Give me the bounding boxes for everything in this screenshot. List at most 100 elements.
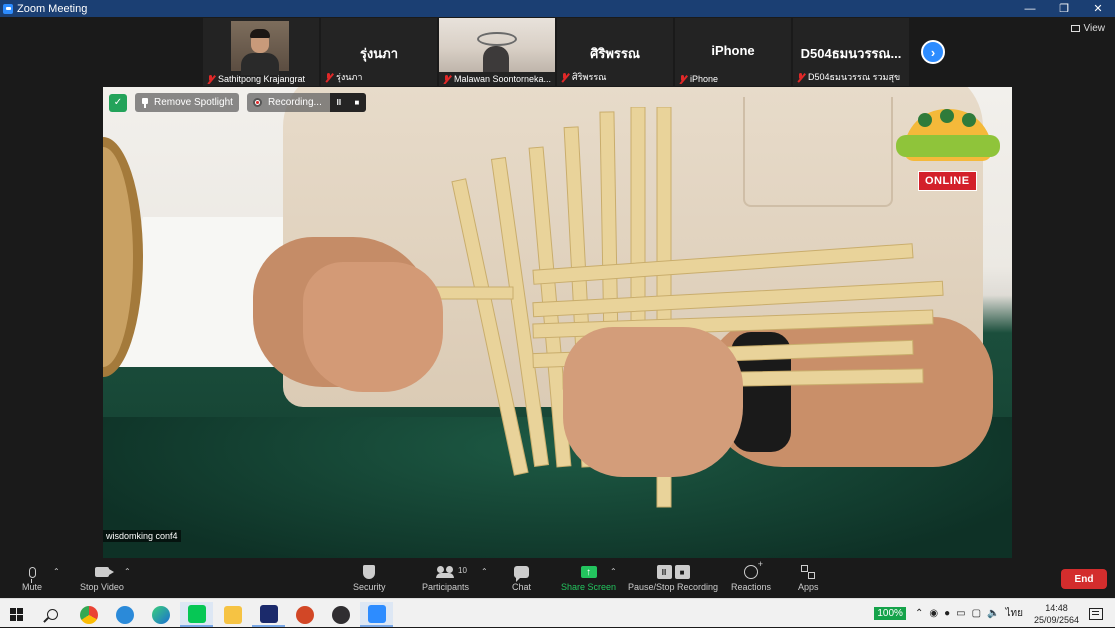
taskbar-app[interactable] <box>252 602 285 627</box>
video-scene <box>303 262 443 392</box>
chevron-up-icon[interactable]: ⌃ <box>915 608 923 619</box>
minimize-button[interactable]: — <box>1013 0 1047 17</box>
stop-recording-button[interactable]: ■ <box>347 93 366 112</box>
taskbar-ie[interactable] <box>108 602 141 627</box>
security-label: Security <box>353 582 386 592</box>
participant-name: Malawan Soontornekа... <box>454 74 552 84</box>
remove-spotlight-button[interactable]: Remove Spotlight <box>135 93 239 112</box>
participants-options-caret[interactable]: ⌃ <box>481 567 488 576</box>
audio-options-caret[interactable]: ⌃ <box>53 567 60 576</box>
taskbar-explorer[interactable] <box>216 602 249 627</box>
apps-button[interactable]: Apps <box>798 562 819 592</box>
participant-tile[interactable]: Malawan Soontornekа... <box>439 18 555 86</box>
security-button[interactable]: Security <box>353 562 386 592</box>
network-icon[interactable]: ▢ <box>972 608 981 619</box>
view-button[interactable]: View <box>1070 23 1106 34</box>
obs-icon <box>331 605 350 624</box>
start-button[interactable] <box>0 602 33 627</box>
meeting-toolbar: Mute ⌃ Stop Video ⌃ Security Participant… <box>0 558 1115 598</box>
pause-stop-label: Pause/Stop Recording <box>628 582 719 592</box>
reactions-button[interactable]: Reactions <box>731 559 772 592</box>
clock-date: 25/09/2564 <box>1033 614 1079 625</box>
app-icon <box>259 604 278 623</box>
chat-button[interactable]: Chat <box>512 562 531 592</box>
mic-muted-icon <box>442 74 451 84</box>
grid-icon <box>1070 25 1080 32</box>
video-options-caret[interactable]: ⌃ <box>124 567 131 576</box>
online-badge-logo: ONLINE <box>896 105 1000 195</box>
gallery-strip: Sathitpong Krajangrat รุ่งนภา รุ่งนภา Ma… <box>203 18 909 86</box>
tray-app-icon[interactable]: ◉ <box>929 608 938 619</box>
mic-muted-icon <box>678 74 687 84</box>
share-options-caret[interactable]: ⌃ <box>610 567 617 576</box>
system-tray: 100% ⌃ ◉ ● ▭ ▢ 🔈 ไทย 14:48 25/09/2564 <box>874 599 1115 628</box>
explorer-icon <box>223 605 242 624</box>
language-indicator[interactable]: ไทย <box>1005 606 1022 621</box>
participant-name: iPhone <box>690 74 719 84</box>
restore-button[interactable]: ❐ <box>1047 0 1081 17</box>
recording-label: Recording... <box>267 97 322 108</box>
reactions-label: Reactions <box>731 582 772 592</box>
powerpoint-icon <box>295 605 314 624</box>
participant-video <box>231 21 289 75</box>
share-screen-button[interactable]: ↑ Share Screen <box>561 562 616 592</box>
mic-muted-icon <box>206 74 215 84</box>
taskbar-powerpoint[interactable] <box>288 602 321 627</box>
volume-icon[interactable]: 🔈 <box>987 608 999 619</box>
spotlight-video[interactable]: ✓ Remove Spotlight Recording... II ■ ONL… <box>103 87 1012 560</box>
stop-video-button[interactable]: Stop Video <box>80 562 124 592</box>
next-page-button[interactable]: › <box>921 40 945 64</box>
clock-time: 14:48 <box>1045 602 1068 613</box>
battery-indicator[interactable]: 100% <box>874 607 906 620</box>
participant-name: D504ธมนวรรณ รวมสุข <box>808 72 901 82</box>
taskbar-edge[interactable] <box>144 602 177 627</box>
meeting-stage: Sathitpong Krajangrat รุ่งนภา รุ่งนภา Ma… <box>0 17 1115 560</box>
window-title: Zoom Meeting <box>17 2 88 15</box>
notification-icon[interactable] <box>1089 607 1103 620</box>
view-label: View <box>1083 23 1106 34</box>
pause-recording-button[interactable]: II <box>329 93 348 112</box>
taskbar-zoom[interactable] <box>360 602 393 627</box>
participant-video <box>439 18 555 72</box>
microphone-tray-icon[interactable]: ● <box>944 608 950 619</box>
camera-name-label: wisdomking conf4 <box>103 530 181 542</box>
participant-name: รุ่งนภา <box>336 72 363 82</box>
participant-display-name: iPhone <box>711 43 755 58</box>
battery-icon[interactable]: ▭ <box>956 608 965 619</box>
pause-stop-recording-button[interactable]: II ■ Pause/Stop Recording <box>628 562 718 592</box>
participant-tile[interactable]: D504ธมนวรรณ... D504ธมนวรรณ รวมสุข <box>793 18 909 86</box>
chevron-right-icon: › <box>930 44 936 60</box>
video-scene <box>563 327 743 477</box>
participant-tile[interactable]: Sathitpong Krajangrat <box>203 18 319 86</box>
participant-display-name: รุ่งนภา <box>359 46 399 61</box>
taskbar-line[interactable] <box>180 602 213 627</box>
clock[interactable]: 14:48 25/09/2564 <box>1034 602 1079 626</box>
close-button[interactable]: ✕ <box>1081 0 1115 17</box>
taskbar-search-button[interactable] <box>36 602 69 627</box>
stop-icon: ■ <box>674 565 690 579</box>
pause-icon: II <box>656 565 672 579</box>
participant-display-name: D504ธมนวรรณ... <box>800 46 902 61</box>
taskbar-obs[interactable] <box>324 602 357 627</box>
participant-tile[interactable]: iPhone iPhone <box>675 18 791 86</box>
spotlight-controls: ✓ Remove Spotlight Recording... II ■ <box>109 93 366 112</box>
chrome-icon <box>79 605 98 624</box>
stop-video-label: Stop Video <box>80 582 124 592</box>
participant-count: 10 <box>458 566 467 575</box>
recording-icon <box>252 98 262 107</box>
mic-muted-icon <box>796 72 805 82</box>
recording-indicator: Recording... II ■ <box>246 93 366 112</box>
line-icon <box>187 604 206 623</box>
online-badge-text: ONLINE <box>918 171 977 191</box>
participant-tile[interactable]: ศิริพรรณ ศิริพรรณ <box>557 18 673 86</box>
participant-tile[interactable]: รุ่งนภา รุ่งนภา <box>321 18 437 86</box>
end-meeting-button[interactable]: End <box>1061 569 1107 589</box>
mute-button[interactable]: Mute <box>22 562 42 592</box>
smiley-icon <box>744 559 763 579</box>
security-shield-icon[interactable]: ✓ <box>109 93 127 112</box>
chat-label: Chat <box>512 582 532 592</box>
apps-icon <box>801 565 816 579</box>
camera-icon <box>94 567 114 577</box>
taskbar-chrome[interactable] <box>72 602 105 627</box>
zoom-logo-icon <box>3 3 13 14</box>
